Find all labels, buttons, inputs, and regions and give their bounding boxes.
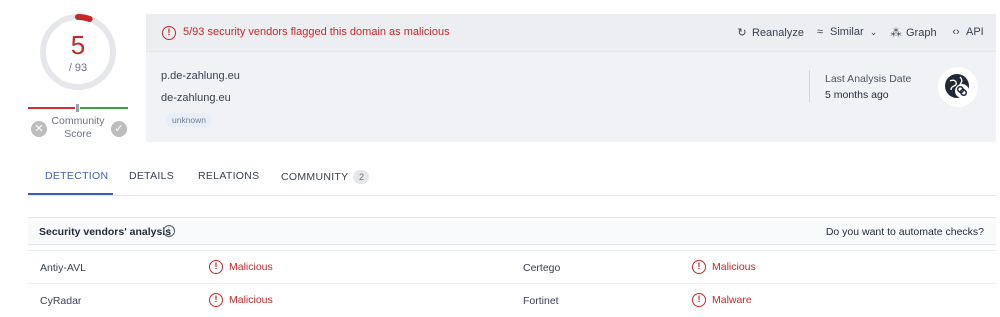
alert-circle-icon: ! (692, 260, 706, 274)
upvote-button[interactable]: ✓ (111, 121, 127, 137)
api-button[interactable]: ‹› API (950, 26, 984, 38)
globe-link-svg (945, 74, 969, 98)
graph-button[interactable]: ⁂ Graph (890, 26, 937, 39)
report-header-card: ! 5/93 security vendors flagged this dom… (146, 14, 996, 142)
vendor-total: / 93 (68, 62, 88, 74)
score-ring-fill (75, 14, 93, 22)
domain-name[interactable]: de-zahlung.eu (161, 92, 231, 104)
reanalyze-label: Reanalyze (752, 27, 804, 39)
last-analysis-label: Last Analysis Date (825, 73, 912, 85)
alert-circle-icon: ! (692, 293, 706, 307)
vendor-name: Fortinet (523, 295, 559, 307)
verdict-label: Malware (712, 294, 752, 306)
check-icon: ✓ (114, 123, 124, 135)
verdict-label: Malicious (229, 261, 273, 273)
table-row: CyRadar ! Malicious Fortinet ! Malware (28, 284, 996, 317)
downvote-button[interactable]: ✕ (31, 121, 47, 137)
category-tag[interactable]: unknown (166, 113, 213, 127)
graph-label: Graph (906, 27, 937, 39)
alert-circle-icon: ! (162, 26, 176, 40)
graph-icon: ⁂ (890, 27, 902, 39)
similar-label: Similar (830, 26, 864, 38)
detection-count: 5 (70, 30, 86, 60)
vendor-verdict: ! Malware (692, 293, 752, 307)
reanalyze-button[interactable]: ↻ Reanalyze (736, 26, 804, 39)
vendors-section-title: Security vendors' analysis (39, 226, 172, 238)
community-label-line1: Community (51, 115, 105, 127)
tab-detection[interactable]: DETECTION (45, 170, 108, 182)
host-name[interactable]: p.de-zahlung.eu (161, 70, 240, 82)
community-count-badge: 2 (353, 170, 370, 184)
automate-checks-link[interactable]: Do you want to automate checks? (826, 226, 984, 238)
alert-circle-icon: ! (209, 260, 223, 274)
refresh-icon: ↻ (737, 27, 747, 39)
vendor-verdict: ! Malicious (692, 260, 756, 274)
table-row: Antiy-AVL ! Malicious Certego ! Malicious (28, 250, 996, 284)
divider (809, 70, 810, 102)
community-score-marker (75, 103, 80, 113)
detection-score: 5 / 93 ✕ Community Score ✓ (28, 12, 130, 142)
tab-details[interactable]: DETAILS (129, 170, 174, 182)
verdict-label: Malicious (229, 294, 273, 306)
report-tabs: DETECTION DETAILS RELATIONS COMMUNITY 2 (28, 160, 996, 196)
vendor-name: Antiy-AVL (40, 262, 86, 274)
community-score-label: Community Score (48, 115, 108, 141)
api-icon: ‹› (952, 26, 960, 38)
vendor-name: CyRadar (40, 295, 82, 307)
verdict-label: Malicious (712, 261, 756, 273)
tab-relations[interactable]: RELATIONS (198, 170, 259, 182)
vendor-name: Certego (523, 262, 561, 274)
x-icon: ✕ (34, 123, 44, 135)
community-label-line2: Score (64, 128, 92, 140)
vendors-section-header: Security vendors' analysis i Do you want… (28, 217, 996, 245)
api-label: API (966, 26, 984, 38)
vendor-verdict: ! Malicious (209, 260, 273, 274)
chevron-down-icon: ⌄ (869, 27, 878, 37)
info-icon[interactable]: i (163, 225, 175, 237)
alert-text: 5/93 security vendors flagged this domai… (183, 26, 450, 38)
tab-community[interactable]: COMMUNITY 2 (281, 170, 370, 184)
alert-bar: ! 5/93 security vendors flagged this dom… (146, 14, 996, 52)
alert-circle-icon: ! (209, 293, 223, 307)
similar-icon: ≈ (816, 26, 824, 38)
active-tab-indicator (28, 193, 113, 195)
last-analysis-value: 5 months ago (825, 89, 889, 101)
vendor-verdict: ! Malicious (209, 293, 273, 307)
tab-community-label: COMMUNITY (281, 171, 349, 183)
globe-link-icon (938, 67, 978, 107)
similar-button[interactable]: ≈ Similar ⌄ (814, 26, 877, 38)
